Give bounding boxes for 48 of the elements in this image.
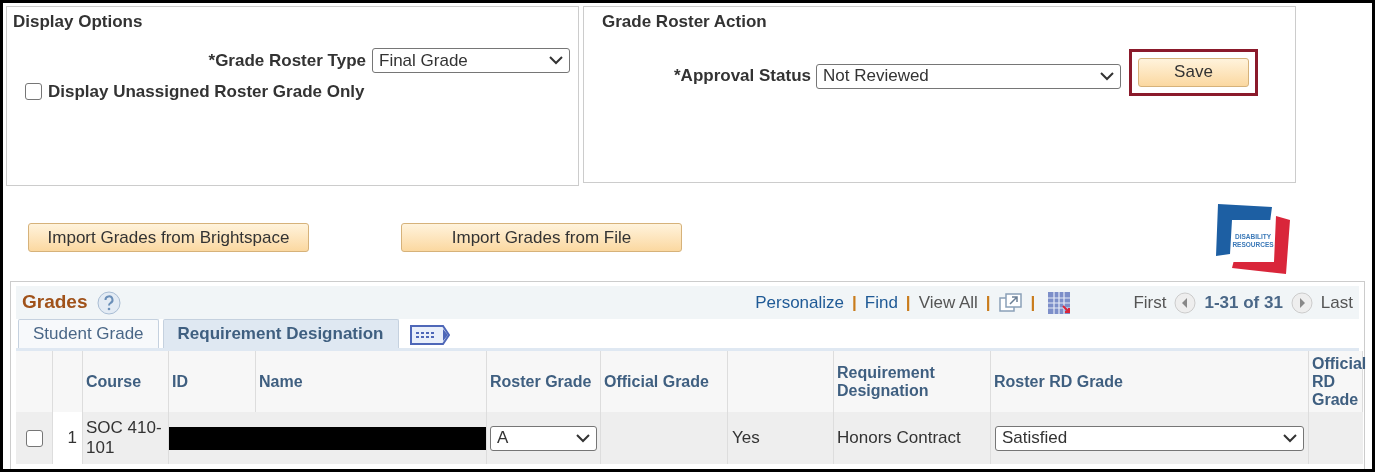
column-header: ID (169, 351, 256, 412)
tab[interactable]: Requirement Designation (162, 319, 399, 348)
toolbar-link[interactable]: Personalize (755, 289, 844, 316)
column-header: Requirement Designation (834, 351, 991, 412)
separator: | (985, 291, 991, 314)
table-cell: Honors Contract (834, 412, 991, 464)
field-label: *Approval Status (674, 65, 811, 88)
last-label: Last (1320, 291, 1353, 314)
table-cell: Yes (728, 412, 834, 464)
separator: | (1030, 291, 1036, 314)
toolbar-link[interactable]: Find (864, 289, 898, 316)
next-icon[interactable] (1290, 291, 1313, 314)
column-header: Course (83, 351, 169, 412)
chevron-down-icon (576, 433, 590, 443)
grade-roster-type-select[interactable]: Final Grade (372, 47, 570, 73)
row-range: 1-31 of 31 (1204, 291, 1283, 314)
previous-icon[interactable] (1174, 291, 1197, 314)
chevron-down-icon (1100, 71, 1114, 81)
column-header: Name (256, 351, 487, 412)
chevron-down-icon (549, 55, 563, 65)
field-label: *Grade Roster Type (208, 49, 366, 72)
column-header: Official Grade (601, 351, 728, 412)
grid-title: Grades (22, 290, 88, 315)
approval-status-select[interactable]: Not Reviewed (816, 63, 1121, 89)
save-button[interactable]: Save (1138, 57, 1249, 87)
checkbox[interactable] (25, 83, 42, 101)
panel-title: Display Options (13, 11, 144, 33)
chevron-down-icon (1283, 433, 1297, 443)
checkbox[interactable] (25, 429, 43, 447)
show-all-columns-icon[interactable] (408, 324, 451, 346)
column-header: Roster Grade (487, 351, 601, 412)
table-cell: SOC 410-101 (83, 412, 169, 464)
first-label: First (1133, 291, 1167, 314)
import-button[interactable]: Import Grades from File (401, 223, 682, 252)
toolbar-link[interactable]: View All (918, 289, 978, 316)
separator: | (905, 291, 911, 314)
roster-grade-select[interactable]: A (490, 425, 597, 451)
panel-title: Grade Roster Action (602, 11, 768, 33)
column-header: Roster RD Grade (991, 351, 1309, 412)
help-icon[interactable] (97, 290, 122, 315)
roster-rd-grade-select[interactable]: Satisfied (995, 425, 1304, 451)
column-header: Official RD Grade (1309, 351, 1363, 412)
tab[interactable]: Student Grade (18, 319, 159, 348)
header-cell (53, 351, 83, 412)
separator: | (852, 291, 857, 314)
checkbox-label: Display Unassigned Roster Grade Only (48, 81, 365, 103)
import-button[interactable]: Import Grades from Brightspace (28, 223, 309, 252)
new-window-icon[interactable] (998, 291, 1023, 314)
